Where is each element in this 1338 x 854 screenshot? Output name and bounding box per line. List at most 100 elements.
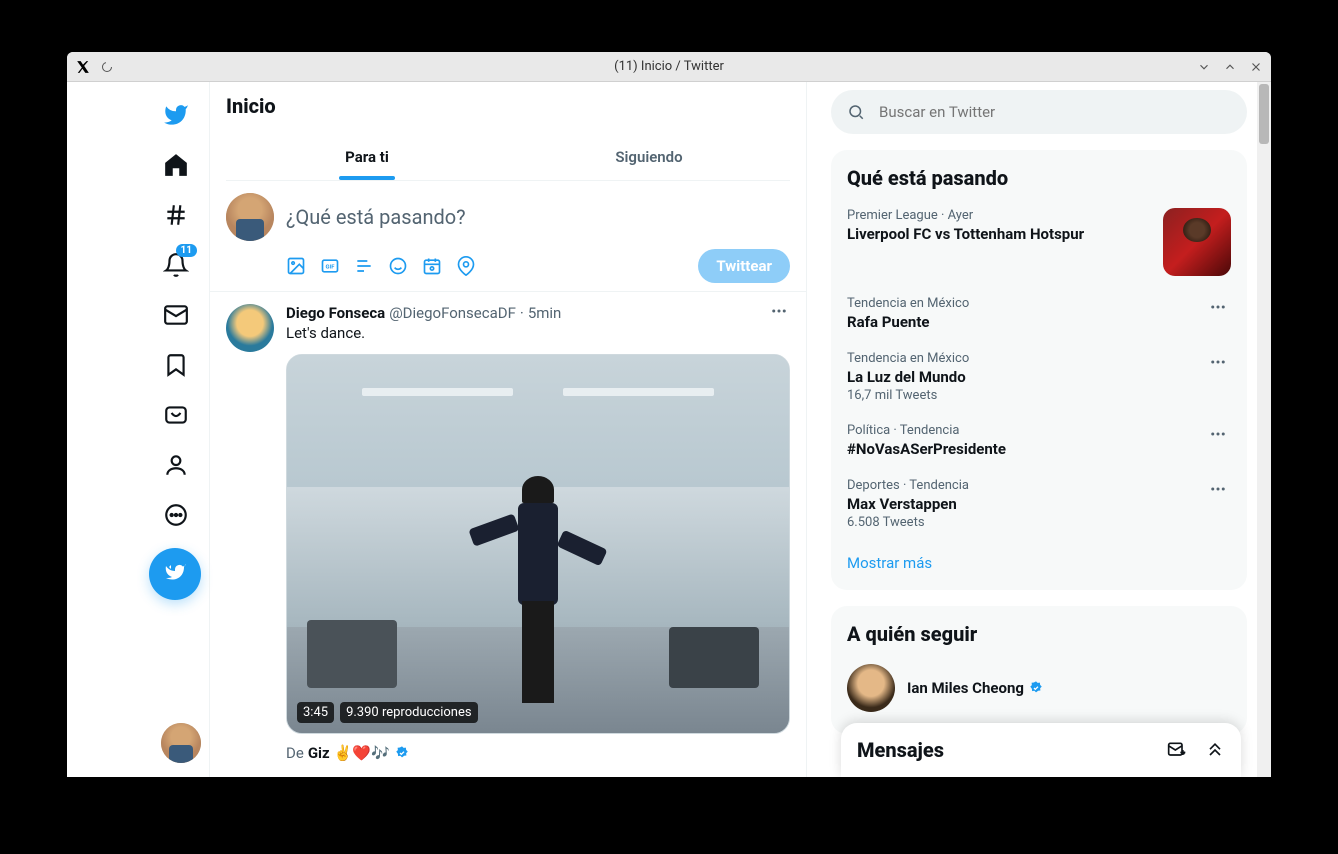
location-icon[interactable]	[456, 256, 476, 276]
app-favicon	[75, 59, 91, 75]
image-icon[interactable]	[286, 256, 306, 276]
tweet-header: Diego Fonseca @DiegoFonsecaDF · 5min	[286, 304, 790, 322]
verified-icon	[1028, 680, 1044, 696]
trends-show-more[interactable]: Mostrar más	[831, 540, 1247, 586]
trend-count: 16,7 mil Tweets	[847, 388, 1205, 403]
close-button[interactable]	[1249, 60, 1263, 74]
trend-thumbnail	[1163, 208, 1231, 276]
compose-avatar[interactable]	[226, 193, 274, 241]
tweet-source[interactable]: De Giz ✌️❤️🎶	[286, 744, 790, 762]
minimize-button[interactable]	[1197, 60, 1211, 74]
window-controls	[1197, 60, 1263, 74]
follow-avatar[interactable]	[847, 664, 895, 712]
nav-more[interactable]	[151, 490, 201, 540]
trend-item[interactable]: Tendencia en México Rafa Puente	[831, 286, 1247, 341]
maximize-button[interactable]	[1223, 60, 1237, 74]
source-prefix: De	[286, 744, 304, 762]
nav-profile[interactable]	[151, 440, 201, 490]
messages-actions	[1167, 740, 1225, 760]
tweet-author-handle[interactable]: @DiegoFonsecaDF	[389, 304, 516, 322]
main-column: Inicio Para ti Siguiendo ¿Qué está pasan…	[209, 82, 807, 777]
nav-home[interactable]	[151, 140, 201, 190]
trend-name: Rafa Puente	[847, 313, 1205, 331]
search-icon	[847, 103, 865, 121]
gif-icon[interactable]: GIF	[320, 256, 340, 276]
scrollbar[interactable]	[1257, 82, 1271, 777]
compose-tweet-button[interactable]	[149, 548, 201, 600]
trend-item[interactable]: Tendencia en México La Luz del Mundo 16,7 …	[831, 341, 1247, 413]
source-name: Giz	[308, 744, 330, 762]
trend-name: La Luz del Mundo	[847, 368, 1205, 386]
timeline-tabs: Para ti Siguiendo	[226, 134, 790, 181]
trend-meta: Tendencia en México	[847, 351, 1205, 366]
tweet-timestamp[interactable]: 5min	[528, 304, 562, 322]
search-box[interactable]	[831, 90, 1247, 134]
new-message-icon[interactable]	[1167, 740, 1187, 760]
trend-meta: Tendencia en México	[847, 296, 1205, 311]
trends-title: Qué está pasando	[831, 162, 1247, 198]
trend-more-icon[interactable]	[1205, 294, 1231, 324]
tweet-submit-button[interactable]: Twittear	[698, 249, 790, 283]
loading-icon	[99, 59, 115, 75]
tweet-video[interactable]: 3:45 9.390 reproducciones	[286, 354, 790, 734]
svg-text:GIF: GIF	[326, 265, 336, 271]
follow-name: Ian Miles Cheong	[907, 679, 1183, 697]
window-title: (11) Inicio / Twitter	[614, 59, 724, 74]
app-window: (11) Inicio / Twitter 11	[67, 52, 1271, 777]
verified-icon	[394, 745, 410, 761]
trend-item[interactable]: Premier League · Ayer Liverpool FC vs Tot…	[831, 198, 1247, 286]
tab-for-you[interactable]: Para ti	[226, 134, 508, 180]
nav-notifications[interactable]: 11	[151, 240, 201, 290]
titlebar: (11) Inicio / Twitter	[67, 52, 1271, 82]
nav-bookmarks[interactable]	[151, 340, 201, 390]
trend-meta: Premier League · Ayer	[847, 208, 1151, 223]
video-duration: 3:45	[297, 702, 334, 723]
twitter-logo[interactable]	[151, 90, 201, 140]
source-emojis: ✌️❤️🎶	[334, 744, 390, 762]
search-input[interactable]	[879, 103, 1231, 121]
video-plays: 9.390 reproducciones	[340, 702, 478, 723]
schedule-icon[interactable]	[422, 256, 442, 276]
tweet-separator: ·	[520, 304, 524, 322]
trend-count: 6.508 Tweets	[847, 515, 1205, 530]
expand-icon[interactable]	[1205, 740, 1225, 760]
mess'-title: Mensajes	[857, 738, 944, 762]
follow-title: A quién seguir	[831, 618, 1247, 654]
trend-item[interactable]: Política · Tendencia #NoVasASerPresidente	[831, 413, 1247, 468]
tweet-item[interactable]: Diego Fonseca @DiegoFonsecaDF · 5min Let…	[210, 292, 806, 774]
notifications-badge: 11	[176, 244, 197, 257]
video-overlay: 3:45 9.390 reproducciones	[297, 702, 478, 723]
messages-drawer[interactable]: Mensajes	[841, 723, 1241, 777]
trend-meta: Deportes · Tendencia	[847, 478, 1205, 493]
tab-following[interactable]: Siguiendo	[508, 134, 790, 180]
tweet-author-avatar[interactable]	[226, 304, 274, 352]
emoji-icon[interactable]	[388, 256, 408, 276]
scrollbar-thumb[interactable]	[1259, 84, 1269, 144]
trend-more-icon[interactable]	[1205, 349, 1231, 379]
nav-messages[interactable]	[151, 290, 201, 340]
trend-name: #NoVasASerPresidente	[847, 440, 1205, 458]
tweet-author-name[interactable]: Diego Fonseca	[286, 304, 385, 322]
titlebar-left-icons	[75, 59, 115, 75]
trend-more-icon[interactable]	[1205, 476, 1231, 506]
compose-area: ¿Qué está pasando? GIF Twittear	[210, 181, 806, 292]
trend-item[interactable]: Deportes · Tendencia Max Verstappen 6.508 …	[831, 468, 1247, 540]
account-avatar[interactable]	[161, 723, 201, 763]
nav-twitter-blue[interactable]	[151, 390, 201, 440]
trend-more-icon[interactable]	[1205, 421, 1231, 451]
nav-explore[interactable]	[151, 190, 201, 240]
trend-name: Max Verstappen	[847, 495, 1205, 513]
main-header: Inicio Para ti Siguiendo	[210, 82, 806, 181]
tweet-more-icon[interactable]	[768, 300, 790, 326]
trend-meta: Política · Tendencia	[847, 423, 1205, 438]
page-title: Inicio	[226, 94, 790, 118]
content-area: 11	[67, 82, 1271, 777]
tweet-text: Let's dance.	[286, 324, 790, 342]
compose-toolbar: GIF	[286, 256, 476, 276]
trends-panel: Qué está pasando Premier League · Ayer Li…	[831, 150, 1247, 590]
follow-suggestion[interactable]: Ian Miles Cheong .	[831, 654, 1247, 722]
poll-icon[interactable]	[354, 256, 374, 276]
trend-name: Liverpool FC vs Tottenham Hotspur	[847, 225, 1151, 243]
compose-input[interactable]: ¿Qué está pasando?	[286, 193, 790, 249]
right-column: Qué está pasando Premier League · Ayer Li…	[807, 82, 1271, 777]
